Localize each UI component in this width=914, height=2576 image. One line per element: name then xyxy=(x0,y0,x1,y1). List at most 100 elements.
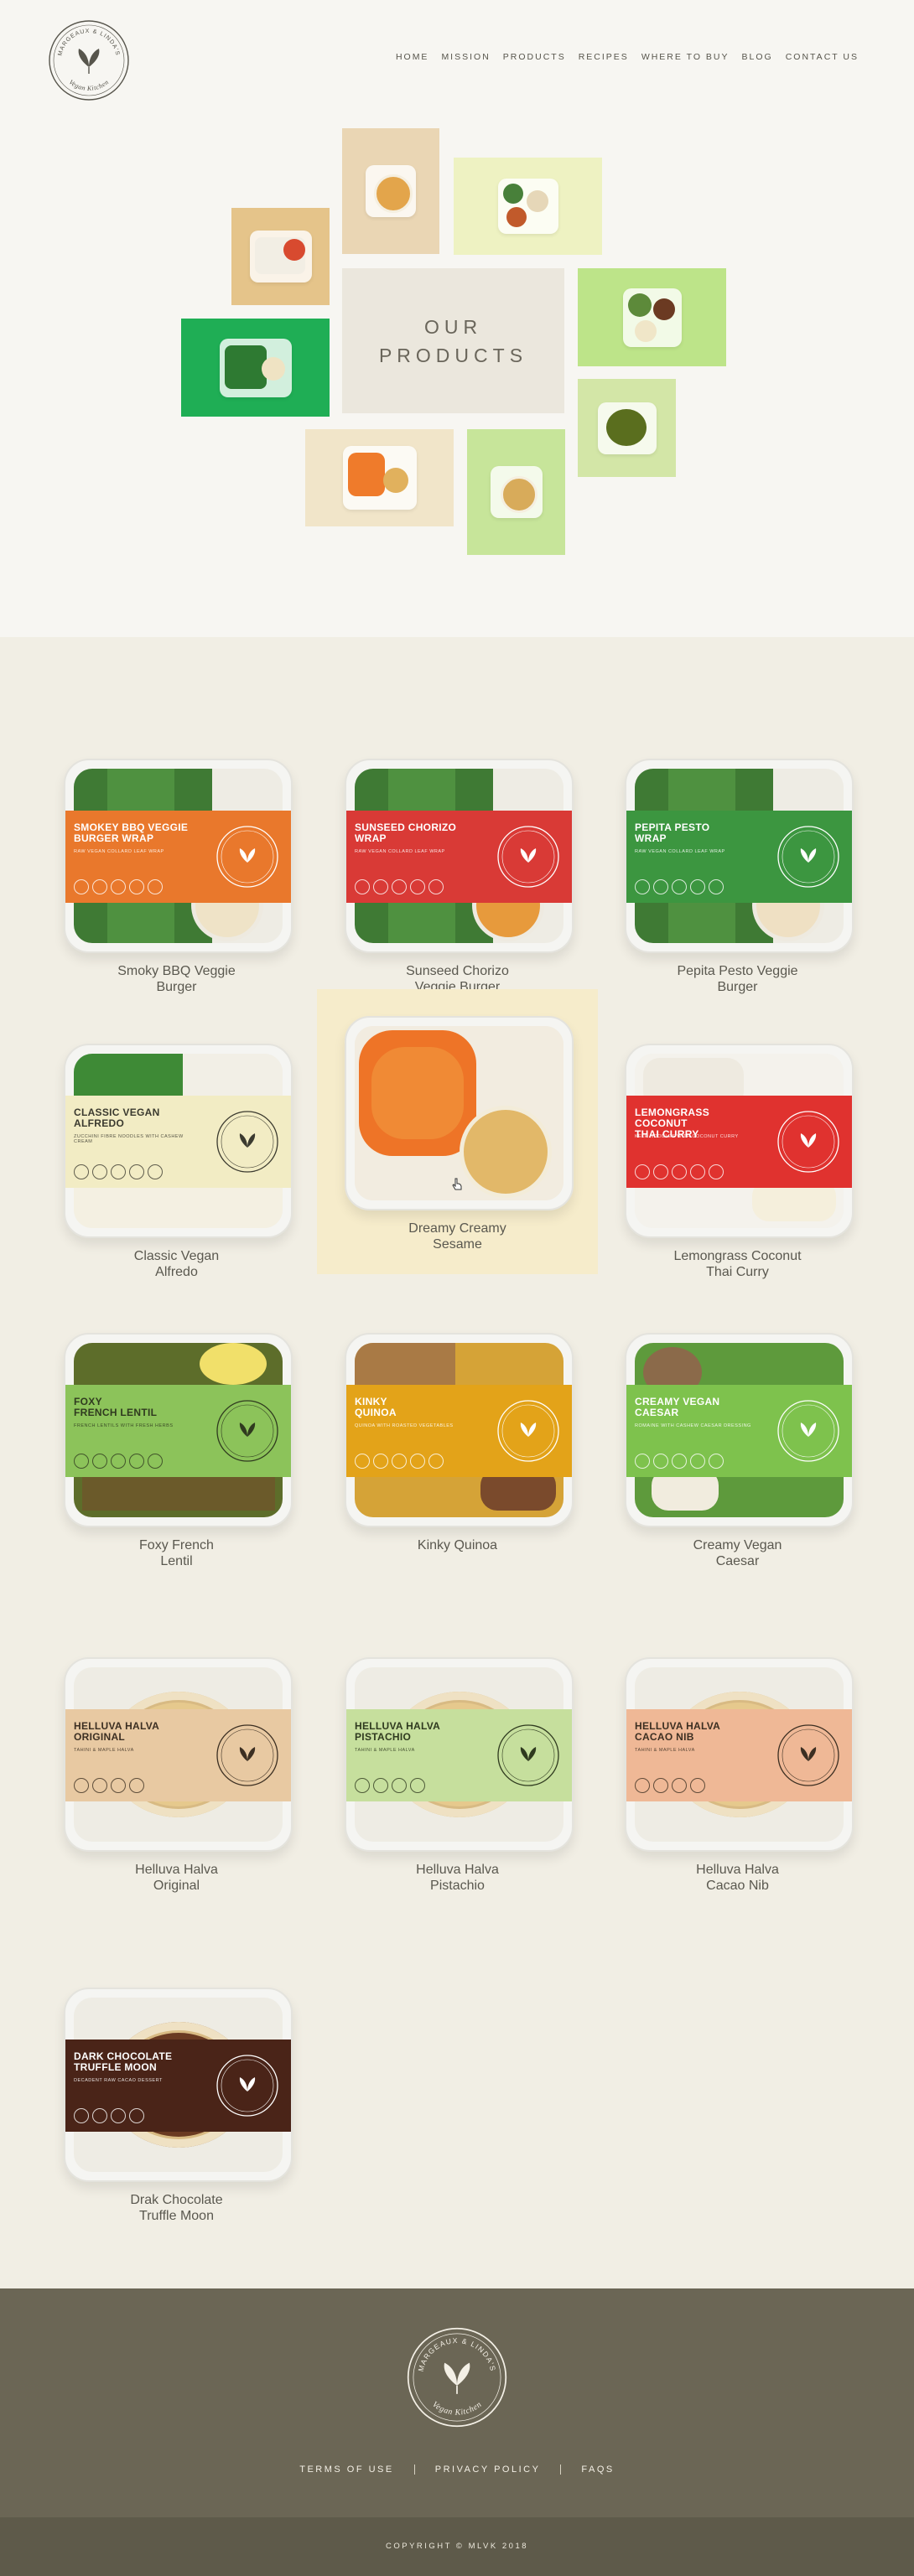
vegan-icon xyxy=(635,1454,650,1469)
product-name[interactable]: Helluva Halva Original xyxy=(36,1862,317,1894)
product-name[interactable]: Foxy French Lentil xyxy=(36,1537,317,1569)
product-label-band: PEPITA PESTO WRAP RAW VEGAN COLLARD LEAF… xyxy=(626,811,852,903)
nav-contact-us[interactable]: CONTACT US xyxy=(786,52,859,62)
product-card[interactable]: SUNSEED CHORIZO WRAP RAW VEGAN COLLARD L… xyxy=(317,738,598,1023)
label-title: SMOKEY BBQ VEGGIE BURGER WRAP xyxy=(74,822,189,844)
soy-free-icon xyxy=(428,1454,444,1469)
label-subtitle: RAW VEGAN COLLARD LEAF WRAP xyxy=(635,849,725,854)
product-name[interactable]: Dreamy Creamy Sesame xyxy=(317,1221,598,1252)
product-label-band: KINKY QUINOA QUINOA WITH ROASTED VEGETAB… xyxy=(346,1385,572,1477)
product-card[interactable]: SMOKEY BBQ VEGGIE BURGER WRAP RAW VEGAN … xyxy=(36,738,317,1023)
product-name[interactable]: Smoky BBQ Veggie Burger xyxy=(36,963,317,995)
product-package: FOXY FRENCH LENTIL FRENCH LENTILS WITH F… xyxy=(64,1333,293,1527)
nav-where-to-buy[interactable]: WHERE TO BUY xyxy=(641,52,730,62)
organic-icon xyxy=(653,1778,668,1793)
gluten-free-icon xyxy=(111,1778,126,1793)
gluten-free-icon xyxy=(672,879,687,894)
organic-icon xyxy=(92,2108,107,2123)
footer-brand-logo[interactable]: MARGEAUX & LINDA'S Vegan Kitchen xyxy=(405,2325,509,2429)
product-package: SMOKEY BBQ VEGGIE BURGER WRAP RAW VEGAN … xyxy=(64,759,293,953)
hero-mosaic: OUR PRODUCTS xyxy=(0,117,914,637)
footer-link-faqs[interactable]: FAQS xyxy=(581,2465,614,2475)
brand-seal-icon xyxy=(216,2055,278,2117)
product-card[interactable]: HELLUVA HALVA PISTACHIO TAHINI & MAPLE H… xyxy=(317,1636,598,1921)
nav-home[interactable]: HOME xyxy=(396,52,429,62)
label-subtitle: QUINOA WITH ROASTED VEGETABLES xyxy=(355,1423,454,1428)
product-card[interactable]: PEPITA PESTO WRAP RAW VEGAN COLLARD LEAF… xyxy=(597,738,878,1023)
raw-icon xyxy=(129,1164,144,1179)
label-subtitle: ZUCCHINI FIBRE NOODLES WITH CASHEW CREAM xyxy=(74,1134,184,1144)
raw-icon xyxy=(129,1778,144,1793)
soy-free-icon xyxy=(428,879,444,894)
footer-logo-bottom-text: Vegan Kitchen xyxy=(430,2400,483,2418)
diet-icons xyxy=(74,1454,163,1469)
vegan-icon xyxy=(74,1778,89,1793)
label-title: KINKY QUINOA xyxy=(355,1396,397,1418)
product-package: HELLUVA HALVA PISTACHIO TAHINI & MAPLE H… xyxy=(345,1657,574,1852)
brand-logo[interactable]: MARGEAUX & LINDA'S Vegan Kitchen xyxy=(47,18,131,102)
product-card[interactable]: HELLUVA HALVA CACAO NIB TAHINI & MAPLE H… xyxy=(597,1636,878,1921)
label-subtitle: DECADENT RAW CACAO DESSERT xyxy=(74,2078,163,2083)
nav-recipes[interactable]: RECIPES xyxy=(579,52,629,62)
label-title: FOXY FRENCH LENTIL xyxy=(74,1396,158,1418)
brand-seal-icon xyxy=(497,1400,559,1462)
soy-free-icon xyxy=(709,1454,724,1469)
organic-icon xyxy=(653,1454,668,1469)
gluten-free-icon xyxy=(392,1454,407,1469)
product-name[interactable]: Kinky Quinoa xyxy=(317,1537,598,1553)
product-name[interactable]: Drak Chocolate Truffle Moon xyxy=(36,2192,317,2224)
product-card-hovered[interactable]: Dreamy Creamy Sesame xyxy=(317,989,598,1274)
product-name[interactable]: Lemongrass Coconut Thai Curry xyxy=(597,1248,878,1280)
hero-tile-carrot-box xyxy=(305,429,454,526)
product-name[interactable]: Pepita Pesto Veggie Burger xyxy=(597,963,878,995)
product-card[interactable]: CLASSIC VEGAN ALFREDO ZUCCHINI FIBRE NOO… xyxy=(36,1023,317,1308)
diet-icons xyxy=(635,1454,724,1469)
product-card[interactable]: DARK CHOCOLATE TRUFFLE MOON DECADENT RAW… xyxy=(36,1967,317,2252)
diet-icons xyxy=(635,879,724,894)
diet-icons xyxy=(74,1778,144,1793)
product-name[interactable]: Helluva Halva Pistachio xyxy=(317,1862,598,1894)
product-name[interactable]: Classic Vegan Alfredo xyxy=(36,1248,317,1280)
footer-link-terms[interactable]: TERMS OF USE xyxy=(299,2465,394,2475)
label-title: HELLUVA HALVA CACAO NIB xyxy=(635,1720,721,1743)
soy-free-icon xyxy=(148,1454,163,1469)
soy-free-icon xyxy=(148,879,163,894)
product-card[interactable]: CREAMY VEGAN CAESAR ROMAINE WITH CASHEW … xyxy=(597,1312,878,1597)
label-subtitle: TAHINI & MAPLE HALVA xyxy=(355,1748,415,1753)
main-nav: HOME MISSION PRODUCTS RECIPES WHERE TO B… xyxy=(396,52,859,62)
nav-mission[interactable]: MISSION xyxy=(441,52,490,62)
nav-blog[interactable]: BLOG xyxy=(742,52,773,62)
product-label-band: CREAMY VEGAN CAESAR ROMAINE WITH CASHEW … xyxy=(626,1385,852,1477)
hero-tile-wrap-box xyxy=(181,319,330,417)
site-footer: MARGEAUX & LINDA'S Vegan Kitchen TERMS O… xyxy=(0,2288,914,2517)
product-card[interactable]: LEMONGRASS COCONUT THAI CURRY KELP NOODL… xyxy=(597,1023,878,1308)
vegan-icon xyxy=(635,1778,650,1793)
brand-seal-icon xyxy=(777,826,839,888)
raw-icon xyxy=(690,1164,705,1179)
product-card[interactable]: FOXY FRENCH LENTIL FRENCH LENTILS WITH F… xyxy=(36,1312,317,1597)
organic-icon xyxy=(653,879,668,894)
products-section: SMOKEY BBQ VEGGIE BURGER WRAP RAW VEGAN … xyxy=(0,637,914,2288)
product-name[interactable]: Creamy Vegan Caesar xyxy=(597,1537,878,1569)
footer-link-privacy[interactable]: PRIVACY POLICY xyxy=(435,2465,541,2475)
product-card[interactable]: KINKY QUINOA QUINOA WITH ROASTED VEGETAB… xyxy=(317,1312,598,1597)
gluten-free-icon xyxy=(111,2108,126,2123)
svg-text:Vegan Kitchen: Vegan Kitchen xyxy=(430,2400,484,2418)
soy-free-icon xyxy=(709,1164,724,1179)
label-title: DARK CHOCOLATE TRUFFLE MOON xyxy=(74,2050,173,2073)
site-header: MARGEAUX & LINDA'S Vegan Kitchen HOME MI… xyxy=(0,0,914,117)
product-name[interactable]: Helluva Halva Cacao Nib xyxy=(597,1862,878,1894)
vegan-icon xyxy=(355,1454,370,1469)
organic-icon xyxy=(653,1164,668,1179)
vegan-icon xyxy=(355,879,370,894)
nav-products[interactable]: PRODUCTS xyxy=(503,52,566,62)
product-label-band: FOXY FRENCH LENTIL FRENCH LENTILS WITH F… xyxy=(65,1385,291,1477)
organic-icon xyxy=(373,879,388,894)
diet-icons xyxy=(355,1454,444,1469)
product-card[interactable]: HELLUVA HALVA ORIGINAL TAHINI & MAPLE HA… xyxy=(36,1636,317,1921)
label-title: HELLUVA HALVA ORIGINAL xyxy=(74,1720,160,1743)
brand-seal-icon xyxy=(777,1724,839,1786)
product-label-band: SMOKEY BBQ VEGGIE BURGER WRAP RAW VEGAN … xyxy=(65,811,291,903)
diet-icons xyxy=(74,879,163,894)
gluten-free-icon xyxy=(111,879,126,894)
